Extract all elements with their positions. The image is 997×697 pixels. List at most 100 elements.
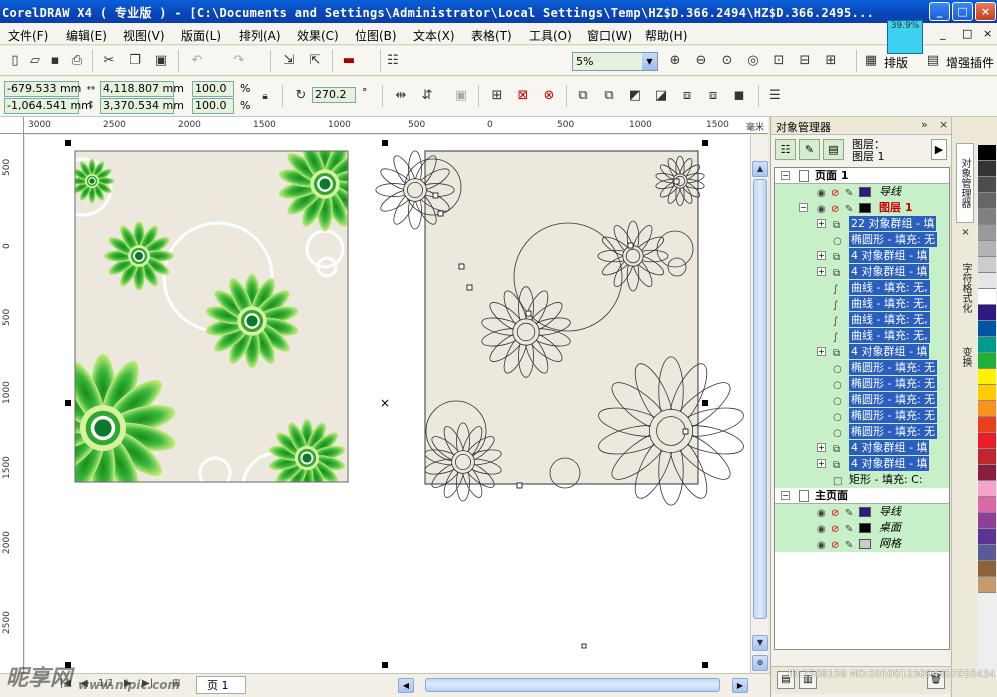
menu-arrange[interactable]: 排列(A) (239, 27, 281, 44)
tree-object[interactable]: + ⧉ 4 对象群组 - 填 (775, 344, 949, 360)
palette-swatch[interactable] (978, 145, 996, 161)
pencil-icon[interactable]: ✎ (845, 522, 853, 537)
height-field[interactable]: 3,370.534 mm (100, 98, 184, 114)
tree-object[interactable]: ∫ 曲线 - 填充: 无, (775, 296, 949, 312)
side-close-icon[interactable]: × (956, 225, 974, 239)
show-properties-icon[interactable]: ☷ (775, 139, 796, 160)
palette-swatch[interactable] (978, 225, 996, 241)
pencil-icon[interactable]: ✎ (845, 538, 853, 553)
palette-swatch[interactable] (978, 353, 996, 369)
color-palette[interactable] (977, 145, 997, 675)
trim-icon[interactable]: ⧉ (600, 87, 618, 105)
weld-icon[interactable]: ⧉ (574, 87, 592, 105)
palette-swatch[interactable] (978, 529, 996, 545)
import-icon[interactable]: ⇲ (280, 52, 298, 70)
redo-icon[interactable]: ↷ (230, 52, 248, 70)
tree-layer[interactable]: ◉ ⊘ ✎ 导线 (775, 504, 949, 521)
minimize-button[interactable]: _ (929, 2, 950, 21)
printer-icon[interactable]: ⊘ (831, 186, 839, 201)
tree-object[interactable]: + ⧉ 4 对象群组 - 填 (775, 456, 949, 472)
layout-label[interactable]: 排版 (884, 54, 908, 71)
print-icon[interactable]: ⎙ (68, 52, 86, 70)
expand-toggle[interactable]: + (817, 347, 826, 356)
artwork-svg[interactable]: × (25, 135, 750, 673)
docker-collapse-icon[interactable]: » (921, 118, 928, 131)
front-minus-back-icon[interactable]: ⧈ (678, 87, 696, 105)
tab-transform[interactable]: 变换 (956, 333, 974, 381)
menu-text[interactable]: 文本(X) (413, 27, 455, 44)
tree-object[interactable]: ∫ 曲线 - 填充: 无, (775, 280, 949, 296)
pencil-icon[interactable]: ✎ (845, 506, 853, 521)
tree-layer[interactable]: ◉ ⊘ ✎ 网格 (775, 536, 949, 553)
undo-icon[interactable]: ↶ (188, 52, 206, 70)
tree-object[interactable]: ○ 椭圆形 - 填充: 无 (775, 232, 949, 248)
open-icon[interactable]: ▱ (26, 52, 44, 70)
palette-swatch[interactable] (978, 513, 996, 529)
eye-icon[interactable]: ◉ (817, 522, 826, 537)
launcher-icon[interactable]: ▬ (340, 52, 358, 70)
expand-toggle[interactable]: + (817, 219, 826, 228)
docker-menu-icon[interactable]: ▶ (931, 139, 947, 160)
palette-swatch[interactable] (978, 177, 996, 193)
simplify-icon[interactable]: ◪ (652, 87, 670, 105)
lock-icon[interactable]: 🔒︎ (256, 88, 274, 106)
palette-swatch[interactable] (978, 561, 996, 577)
plugin-label[interactable]: 增强插件 (946, 54, 994, 71)
tree-object[interactable]: □ 矩形 - 填充: C: (775, 472, 949, 488)
tab-object-manager[interactable]: 对象管理器 (956, 143, 974, 223)
palette-swatch[interactable] (978, 257, 996, 273)
docker-close-icon[interactable]: × (939, 118, 948, 131)
palette-swatch[interactable] (978, 193, 996, 209)
pencil-icon[interactable]: ✎ (845, 202, 853, 217)
expand-toggle[interactable]: + (817, 443, 826, 452)
collapse-toggle[interactable]: − (799, 203, 808, 212)
vertical-ruler[interactable]: 500 0 500 1000 1500 2000 2500 (0, 134, 24, 674)
collapse-toggle[interactable]: − (781, 491, 790, 500)
palette-swatch[interactable] (978, 433, 996, 449)
plugin-icon[interactable]: ▤ (924, 52, 942, 70)
ungroup-all-icon[interactable]: ⊗ (540, 87, 558, 105)
printer-icon[interactable]: ⊘ (831, 202, 839, 217)
palette-swatch[interactable] (978, 337, 996, 353)
palette-swatch[interactable] (978, 481, 996, 497)
eye-icon[interactable]: ◉ (817, 538, 826, 553)
printer-icon[interactable]: ⊘ (831, 522, 839, 537)
width-field[interactable]: 4,118.807 mm (100, 81, 184, 97)
zoom-width-icon[interactable]: ⊟ (796, 52, 814, 70)
vertical-scroll-thumb[interactable] (753, 179, 767, 619)
palette-swatch[interactable] (978, 385, 996, 401)
menu-effects[interactable]: 效果(C) (297, 27, 339, 44)
zoom-selected-icon[interactable]: ⊙ (718, 52, 736, 70)
tab-page-1[interactable]: 页 1 (196, 676, 246, 694)
printer-icon[interactable]: ⊘ (831, 538, 839, 553)
zoom-page-icon[interactable]: ⊡ (770, 52, 788, 70)
horizontal-ruler[interactable]: 3000 2500 2000 1500 1000 500 0 500 1000 … (24, 117, 768, 134)
new-icon[interactable]: ▯ (6, 52, 24, 70)
expand-toggle[interactable]: + (817, 459, 826, 468)
layout-icon[interactable]: ▦ (862, 52, 880, 70)
close-button[interactable]: × (975, 2, 996, 21)
mdi-minimize-button[interactable]: _ (940, 27, 946, 40)
tree-object[interactable]: ○ 椭圆形 - 填充: 无 (775, 360, 949, 376)
save-icon[interactable]: ▪ (46, 52, 64, 70)
tree-object[interactable]: ○ 椭圆形 - 填充: 无 (775, 376, 949, 392)
mdi-close-button[interactable]: × (983, 27, 992, 40)
rotation-field[interactable]: 270.2 (312, 87, 356, 103)
tree-object[interactable]: + ⧉ 4 对象群组 - 填 (775, 440, 949, 456)
menu-table[interactable]: 表格(T) (471, 27, 512, 44)
tree-layer[interactable]: − ◉ ⊘ ✎ 图层 1 (775, 200, 949, 217)
zoom-all-icon[interactable]: ◎ (744, 52, 762, 70)
group-icon[interactable]: ⊞ (488, 87, 506, 105)
zoom-level-select[interactable]: 5% ▼ (572, 52, 658, 71)
maximize-button[interactable]: □ (952, 2, 973, 21)
palette-swatch[interactable] (978, 545, 996, 561)
tree-object[interactable]: ∫ 曲线 - 填充: 无, (775, 328, 949, 344)
printer-icon[interactable]: ⊘ (831, 506, 839, 521)
ungroup-icon[interactable]: ⊠ (514, 87, 532, 105)
palette-swatch[interactable] (978, 401, 996, 417)
scroll-down-icon[interactable]: ▼ (752, 635, 768, 651)
menu-window[interactable]: 窗口(W) (587, 27, 632, 44)
palette-swatch[interactable] (978, 321, 996, 337)
eye-icon[interactable]: ◉ (817, 186, 826, 201)
boundary-icon[interactable]: ◼ (730, 87, 748, 105)
